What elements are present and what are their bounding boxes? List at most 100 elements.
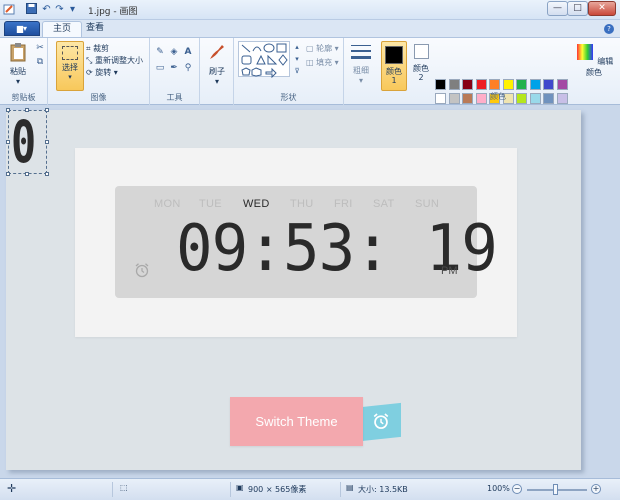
weekday-label: WED [243,198,270,210]
shapes-scroll-down-icon[interactable]: ▾ [291,53,303,65]
size-group: 粗细 ▾ [344,38,378,105]
save-icon[interactable] [25,3,38,16]
text-icon[interactable]: A [182,46,194,58]
zoom-in-button[interactable]: + [591,484,601,494]
size-button[interactable]: 粗细 ▾ [348,43,374,85]
tools-group-label: 工具 [166,93,183,102]
pencil-icon[interactable]: ✎ [154,46,166,58]
select-label: 选择 [62,63,78,72]
color-wheel-icon [576,44,593,60]
fill-icon: ◫ [306,58,314,67]
size-label: 粗细 [353,66,369,75]
selection-size-icon: ⬚ [120,483,128,492]
color-swatch[interactable] [448,79,460,90]
color-swatch[interactable] [556,79,568,90]
edit-colors-button[interactable]: 编辑颜色 [574,42,614,78]
outline-icon: ▢ [306,44,314,53]
color1-button[interactable]: 颜色 1 [381,41,407,91]
image-group: 选择 ▾ ⌗ 裁剪 ⤡ 重新调整大小 ⟳ 旋转 ▾ 图像 [48,38,150,105]
selection-handle[interactable] [6,140,10,144]
magnifier-icon[interactable]: ⚲ [182,62,194,74]
am-pm-indicator: PM [441,265,458,277]
selection-handle[interactable] [25,172,29,176]
status-separator [112,482,113,497]
maximize-button[interactable]: □ [567,1,588,16]
shapes-scroll-up-icon[interactable]: ▴ [291,41,303,53]
color1-label: 颜色 1 [386,67,402,85]
shapes-group: ▴ ▾ ⊽ ▢ 轮廓 ▾ ◫ 填充 ▾ 形状 [234,38,344,105]
eraser-icon[interactable]: ▭ [154,62,166,74]
file-size: 大小: 13.5KB [358,485,408,494]
paint-app-icon[interactable] [3,3,16,16]
crop-icon: ⌗ [86,44,91,53]
colors-group-label: 颜色 [490,92,506,101]
status-separator [340,482,341,497]
switch-theme-button: Switch Theme [230,397,363,446]
paste-button[interactable]: 粘贴 ▾ [6,42,30,86]
zoom-level: 100% [487,484,510,493]
paste-label: 粘贴 [10,67,26,76]
color-swatch[interactable] [529,79,541,90]
close-button[interactable]: ✕ [588,1,616,16]
minimize-button[interactable]: — [547,1,568,16]
brush-icon [210,45,224,59]
color-picker-icon[interactable]: ✒ [168,62,180,74]
redo-icon[interactable]: ↷ [53,3,66,16]
color-swatch[interactable] [475,79,487,90]
shapes-gallery[interactable] [238,41,290,79]
selection-handle[interactable] [45,140,49,144]
weekday-label: MON [154,198,181,210]
color-swatch[interactable] [516,79,527,90]
color-swatch[interactable] [502,79,514,90]
brushes-group: 刷子 ▾ [200,38,234,105]
selection-handle[interactable] [6,108,10,112]
tab-view[interactable]: 查看 [76,21,114,37]
crop-label: 裁剪 [93,44,110,53]
crop-button[interactable]: ⌗ 裁剪 [86,43,109,54]
status-separator [230,482,231,497]
clipboard-group: 粘贴 ▾ ✂ ⧉ 剪贴板 [0,38,48,105]
copy-icon[interactable]: ⧉ [34,56,46,68]
cut-icon[interactable]: ✂ [34,42,46,54]
selection-handle[interactable] [45,172,49,176]
resize-label: 重新调整大小 [94,56,143,65]
fill-button[interactable]: ◫ 填充 ▾ [306,57,339,68]
chevron-down-icon: ▾ [68,73,72,81]
alarm-clock-icon [135,263,149,278]
tools-group: ✎ ◈ A ▭ ✒ ⚲ 工具 [150,38,200,105]
paint-menu-button[interactable]: ▆▾ [4,21,40,36]
resize-button[interactable]: ⤡ 重新调整大小 [86,55,143,66]
alarm-clock-icon [373,413,389,429]
selection-handle[interactable] [45,108,49,112]
color2-swatch [413,44,429,59]
color-swatch[interactable] [462,79,473,90]
color1-swatch [385,46,403,64]
color-swatch[interactable] [543,79,554,90]
brushes-button[interactable]: 刷子 ▾ [205,42,229,86]
selection-rectangle[interactable] [8,110,47,174]
help-icon[interactable]: ? [604,24,614,34]
color-swatch[interactable] [489,79,500,90]
undo-icon[interactable]: ↶ [40,3,53,16]
fill-label: 填充 [316,58,333,67]
quick-access-dropdown-icon[interactable]: ▾ [66,3,79,16]
shapes-expand-icon[interactable]: ⊽ [291,65,303,77]
color2-label: 颜色 2 [413,64,429,82]
select-button[interactable]: 选择 ▾ [56,41,84,91]
zoom-slider-thumb[interactable] [553,484,558,495]
selection-handle[interactable] [6,172,10,176]
image-size-icon: ▣ [236,483,244,492]
color2-button[interactable]: 颜色 2 [410,44,432,82]
rotate-button[interactable]: ⟳ 旋转 ▾ [86,67,118,78]
selection-handle[interactable] [25,108,29,112]
zoom-out-button[interactable]: − [512,484,522,494]
brushes-label: 刷子 [209,67,225,76]
cursor-position-icon: ✛ [7,482,17,495]
weekday-label: THU [290,198,314,210]
weekday-label: TUE [199,198,222,210]
color-swatch[interactable] [435,79,446,90]
fill-bucket-icon[interactable]: ◈ [168,46,180,58]
weekday-label: FRI [334,198,353,210]
ribbon: 粘贴 ▾ ✂ ⧉ 剪贴板 选择 ▾ ⌗ 裁剪 ⤡ 重新调整大小 ⟳ 旋转 ▾ 图像… [0,37,620,118]
outline-button[interactable]: ▢ 轮廓 ▾ [306,43,339,54]
